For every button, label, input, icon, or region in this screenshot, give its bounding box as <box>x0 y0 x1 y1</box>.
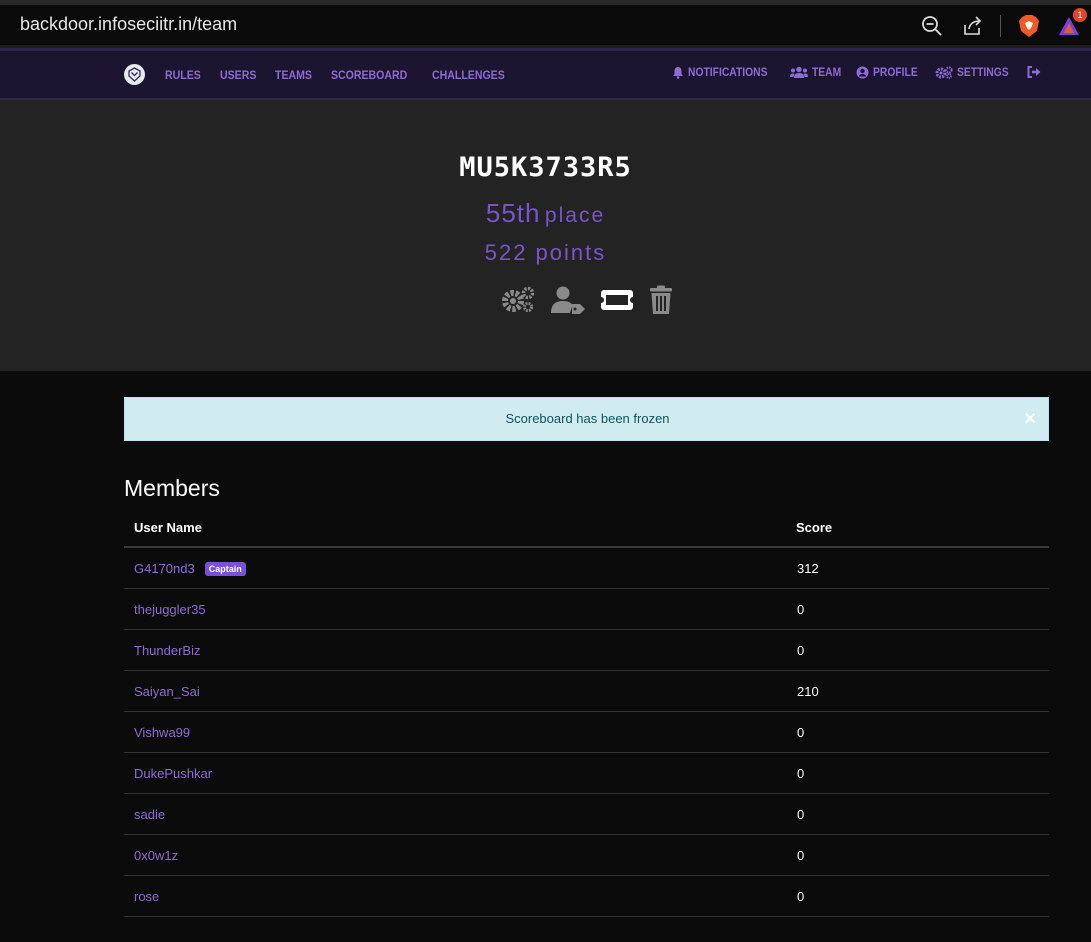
member-link[interactable]: Vishwa99 <box>134 725 190 740</box>
browser-url-bar: backdoor.infoseciitr.in/team 1 <box>0 0 1091 48</box>
column-header-score: Score <box>796 520 833 535</box>
member-name-cell: rose <box>134 889 159 904</box>
member-link[interactable]: rose <box>134 889 159 904</box>
member-score: 0 <box>797 602 805 617</box>
member-score: 210 <box>797 684 819 699</box>
member-score: 0 <box>797 725 805 740</box>
member-link[interactable]: thejuggler35 <box>134 602 206 617</box>
table-row: DukePushkar 0 <box>124 753 1049 794</box>
scoreboard-frozen-alert: Scoreboard has been frozen × <box>124 397 1049 441</box>
member-name-cell: ThunderBiz <box>134 643 200 658</box>
members-heading: Members <box>124 475 220 501</box>
users-icon <box>789 66 808 78</box>
cogs-icon <box>935 65 953 79</box>
member-name-cell: Vishwa99 <box>134 725 190 740</box>
nav-rules-link[interactable]: RULES <box>165 68 201 82</box>
member-name-cell: DukePushkar <box>134 766 212 781</box>
zoom-out-icon[interactable] <box>920 14 944 38</box>
team-invite-ticket-icon[interactable] <box>600 288 634 312</box>
site-navbar: RULES USERS TEAMS SCOREBOARD CHALLENGES … <box>0 48 1091 100</box>
nav-settings-label: SETTINGS <box>956 65 1009 79</box>
nav-team-link[interactable]: TEAM <box>789 65 846 79</box>
member-score: 0 <box>797 889 805 904</box>
nav-team-label: TEAM <box>811 65 842 79</box>
nav-teams-link[interactable]: TEAMS <box>275 68 312 82</box>
column-header-username: User Name <box>134 520 202 535</box>
table-row: Saiyan_Sai 210 <box>124 671 1049 712</box>
team-captain-icon[interactable] <box>550 285 586 315</box>
member-name-cell: thejuggler35 <box>134 602 206 617</box>
member-score: 312 <box>797 561 819 576</box>
member-score: 0 <box>797 766 805 781</box>
member-name-cell: 0x0w1z <box>134 848 178 863</box>
member-score: 0 <box>797 848 805 863</box>
member-link[interactable]: Saiyan_Sai <box>134 684 200 699</box>
nav-logout-link[interactable] <box>1027 66 1041 78</box>
table-row: 0x0w1z 0 <box>124 835 1049 876</box>
table-row: G4170nd3 Captain 312 <box>124 548 1049 589</box>
member-score: 0 <box>797 643 805 658</box>
nav-right: NOTIFICATIONS TEAM PROFILE SETTINGS <box>672 65 1041 79</box>
team-points: 522 points <box>484 240 607 265</box>
team-place-label: place <box>544 204 606 227</box>
table-row: thejuggler35 0 <box>124 589 1049 630</box>
members-table: User Name Score G4170nd3 Captain 312 the… <box>124 507 1049 917</box>
table-row: sadie 0 <box>124 794 1049 835</box>
member-link[interactable]: DukePushkar <box>134 766 212 781</box>
sign-out-icon <box>1027 66 1041 78</box>
team-place: 55th place <box>0 198 1091 229</box>
table-row: Vishwa99 0 <box>124 712 1049 753</box>
team-name: MU5K3733R5 <box>459 152 632 183</box>
nav-challenges-link[interactable]: CHALLENGES <box>432 68 505 82</box>
member-link[interactable]: G4170nd3 <box>134 561 195 576</box>
share-icon[interactable] <box>960 14 984 38</box>
team-actions <box>500 285 674 315</box>
team-place-number: 55th <box>485 198 541 228</box>
toolbar-separator <box>1000 15 1001 37</box>
nav-notifications-link[interactable]: NOTIFICATIONS <box>672 65 780 79</box>
table-row: ThunderBiz 0 <box>124 630 1049 671</box>
bell-icon <box>672 66 683 79</box>
member-link[interactable]: ThunderBiz <box>134 643 200 658</box>
alert-close-button[interactable]: × <box>1024 409 1036 429</box>
user-circle-icon <box>856 66 869 78</box>
brave-shield-icon[interactable] <box>1017 14 1041 38</box>
member-score: 0 <box>797 807 805 822</box>
member-link[interactable]: sadie <box>134 807 165 822</box>
brave-rewards-icon[interactable]: 1 <box>1057 8 1087 38</box>
browser-actions: 1 <box>920 8 1087 39</box>
url-field[interactable]: backdoor.infoseciitr.in/team <box>20 14 237 35</box>
member-name-cell: Saiyan_Sai <box>134 684 200 699</box>
nav-profile-link[interactable]: PROFILE <box>856 65 925 79</box>
nav-profile-label: PROFILE <box>872 65 918 79</box>
team-header: MU5K3733R5 55th place 522 points <box>0 100 1091 371</box>
member-name-cell: G4170nd3 Captain <box>134 561 246 576</box>
alert-text: Scoreboard has been frozen <box>505 411 670 426</box>
site-logo-icon[interactable] <box>124 64 145 85</box>
nav-users-link[interactable]: USERS <box>220 68 256 82</box>
captain-badge: Captain <box>204 561 246 576</box>
team-delete-trash-icon[interactable] <box>648 285 674 315</box>
rewards-badge: 1 <box>1073 8 1087 22</box>
nav-left: RULES USERS TEAMS SCOREBOARD CHALLENGES <box>124 64 514 85</box>
member-link[interactable]: 0x0w1z <box>134 848 178 863</box>
nav-settings-link[interactable]: SETTINGS <box>935 65 1017 79</box>
team-settings-icon[interactable] <box>500 285 536 315</box>
table-header: User Name Score <box>124 507 1049 548</box>
nav-scoreboard-link[interactable]: SCOREBOARD <box>331 68 407 82</box>
nav-notifications-label: NOTIFICATIONS <box>687 65 768 79</box>
member-name-cell: sadie <box>134 807 165 822</box>
table-row: rose 0 <box>124 876 1049 917</box>
